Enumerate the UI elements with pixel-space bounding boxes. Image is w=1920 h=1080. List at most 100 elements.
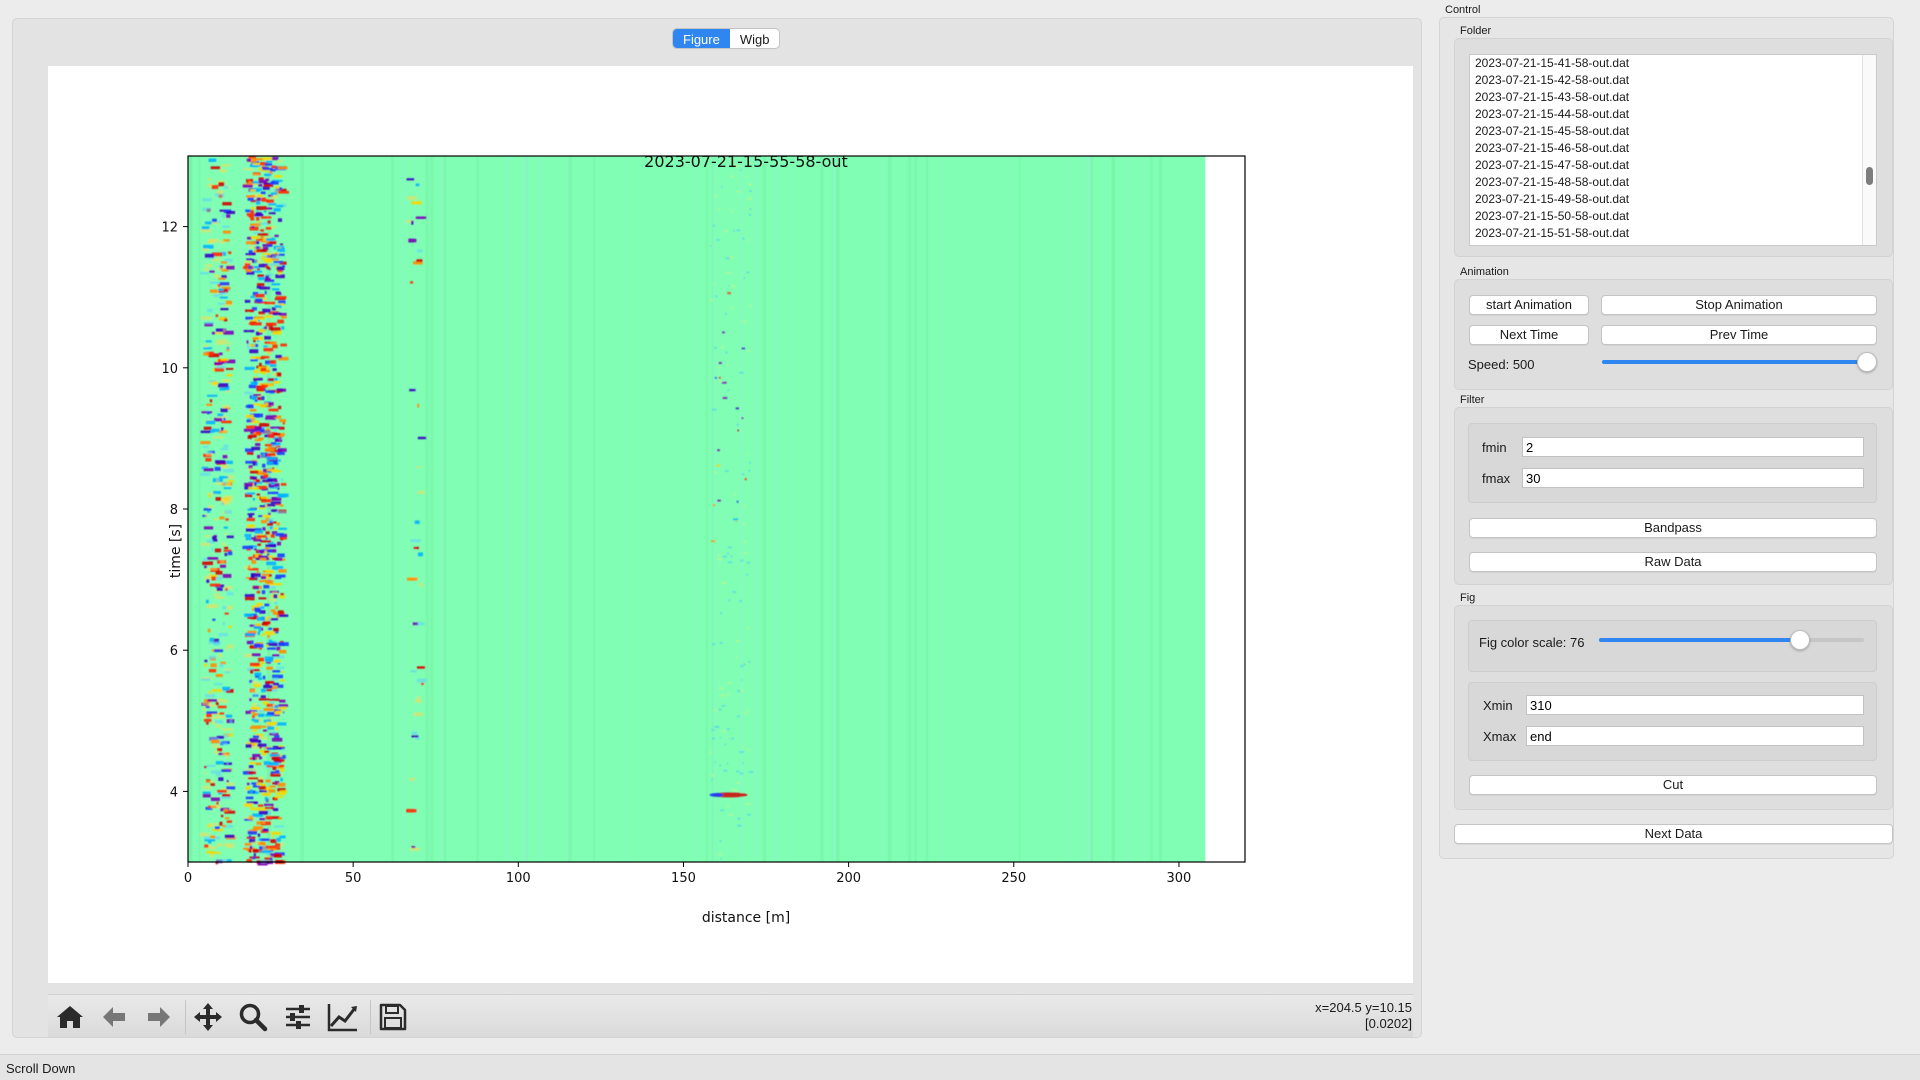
heatmap-cell <box>743 551 748 554</box>
heatmap-cell <box>265 544 277 548</box>
heatmap-cell <box>736 423 740 426</box>
heatmap-cell <box>718 208 721 211</box>
file-list-scroll-thumb[interactable] <box>1866 167 1873 185</box>
file-list-item[interactable]: 2023-07-21-15-41-58-out.dat <box>1470 55 1876 72</box>
xmin-input[interactable] <box>1526 695 1864 715</box>
heatmap-cell <box>709 751 713 754</box>
heatmap-cell <box>277 662 281 665</box>
raw-data-button[interactable]: Raw Data <box>1469 552 1877 572</box>
back-button[interactable] <box>97 1001 131 1033</box>
bandpass-button[interactable]: Bandpass <box>1469 518 1877 538</box>
heatmap-cell <box>226 210 236 214</box>
heatmap-cell <box>268 627 273 631</box>
heatmap-cell <box>252 497 255 501</box>
file-list-item[interactable]: 2023-07-21-15-43-58-out.dat <box>1470 89 1876 106</box>
status-text: Scroll Down <box>6 1061 76 1076</box>
stop-animation-button[interactable]: Stop Animation <box>1601 295 1877 315</box>
heatmap-cell <box>214 417 223 422</box>
heatmap-cell <box>252 403 262 406</box>
x-axis-label: distance [m] <box>702 910 790 926</box>
heatmap-cell <box>213 491 221 495</box>
heatmap-cell <box>742 762 744 765</box>
xmax-input[interactable] <box>1526 726 1864 746</box>
file-list-item[interactable]: 2023-07-21-15-48-58-out.dat <box>1470 174 1876 191</box>
heatmap-cell <box>208 158 217 162</box>
fmax-input[interactable] <box>1522 468 1864 488</box>
heatmap-cell <box>262 297 268 300</box>
heatmap-cell <box>729 256 734 259</box>
heatmap-cell <box>263 761 271 766</box>
home-button[interactable] <box>53 1001 87 1033</box>
heatmap-cell <box>268 639 273 643</box>
fmin-input[interactable] <box>1522 437 1864 457</box>
tab-wigb[interactable]: Wigb <box>730 29 780 48</box>
heatmap-cell <box>714 727 716 730</box>
heatmap-cell <box>218 190 224 195</box>
subplots-button[interactable] <box>281 1001 315 1033</box>
heatmap-cell <box>273 432 281 436</box>
heatmap-cell <box>213 293 219 298</box>
heatmap-cell <box>1111 156 1115 862</box>
heatmap-cell <box>213 436 224 439</box>
zoom-button[interactable] <box>236 1001 270 1033</box>
heatmap-cell <box>211 576 216 581</box>
color-scale-slider[interactable] <box>1599 638 1864 642</box>
file-list-item[interactable]: 2023-07-21-15-46-58-out.dat <box>1470 140 1876 157</box>
y-tick-label: 4 <box>170 785 178 800</box>
heatmap-cell <box>717 499 721 502</box>
heatmap-cell <box>209 637 215 642</box>
file-list-scrollbar[interactable] <box>1862 55 1876 245</box>
heatmap-cell <box>215 674 223 678</box>
heatmap-cell <box>228 341 231 345</box>
file-list-item[interactable]: 2023-07-21-15-49-58-out.dat <box>1470 191 1876 208</box>
file-list[interactable]: 2023-07-21-15-41-58-out.dat 2023-07-21-15… <box>1469 54 1877 246</box>
heatmap-cell <box>263 259 273 263</box>
next-data-button[interactable]: Next Data <box>1454 824 1893 844</box>
save-button[interactable] <box>376 1001 410 1033</box>
heatmap-cell <box>274 234 279 238</box>
x-tick-label: 300 <box>1167 871 1192 886</box>
heatmap-cell <box>566 156 569 862</box>
heatmap-cell <box>247 435 252 440</box>
file-list-item[interactable]: 2023-07-21-15-44-58-out.dat <box>1470 106 1876 123</box>
heatmap-cell <box>262 675 266 680</box>
frequency-box <box>1468 423 1877 503</box>
edit-curve-button[interactable] <box>326 1001 360 1033</box>
heatmap-cell <box>726 762 729 765</box>
y-tick-label: 12 <box>161 221 178 236</box>
heatmap-cell <box>712 504 716 507</box>
heatmap-cell <box>277 372 280 376</box>
heatmap-cell <box>253 853 256 857</box>
start-animation-button[interactable]: start Animation <box>1469 295 1589 315</box>
heatmap-cell <box>261 661 265 665</box>
next-time-button[interactable]: Next Time <box>1469 325 1589 345</box>
heatmap-cell <box>203 565 207 569</box>
speed-slider-knob[interactable] <box>1857 352 1877 372</box>
file-list-item[interactable]: 2023-07-21-15-47-58-out.dat <box>1470 157 1876 174</box>
heatmap-cell <box>223 495 233 499</box>
heatmap-cell <box>277 319 284 324</box>
heatmap-cell <box>274 711 281 715</box>
speed-slider[interactable] <box>1602 360 1867 364</box>
heatmap-cell <box>273 825 285 828</box>
heatmap-cell <box>417 436 427 440</box>
heatmap-plot[interactable]: 2023-07-21-15-55-58-out distance [m] tim… <box>48 66 1413 983</box>
forward-button[interactable] <box>142 1001 176 1033</box>
heatmap-cell <box>271 288 280 291</box>
pan-button[interactable] <box>191 1001 225 1033</box>
prev-time-button[interactable]: Prev Time <box>1601 325 1877 345</box>
heatmap-cell <box>417 622 425 626</box>
file-list-item[interactable]: 2023-07-21-15-51-58-out.dat <box>1470 225 1876 242</box>
file-list-item[interactable]: 2023-07-21-15-42-58-out.dat <box>1470 72 1876 89</box>
heatmap-cell <box>257 535 267 538</box>
heatmap-cell <box>226 760 229 765</box>
file-list-item[interactable]: 2023-07-21-15-45-58-out.dat <box>1470 123 1876 140</box>
cut-button[interactable]: Cut <box>1469 775 1877 795</box>
heatmap-cell <box>246 340 249 344</box>
heatmap-cell <box>735 656 738 659</box>
tab-figure[interactable]: Figure <box>673 29 730 48</box>
heatmap-cell <box>252 162 261 165</box>
figure-canvas[interactable]: 2023-07-21-15-55-58-out distance [m] tim… <box>48 66 1413 983</box>
heatmap-cell <box>265 569 275 574</box>
file-list-item[interactable]: 2023-07-21-15-50-58-out.dat <box>1470 208 1876 225</box>
